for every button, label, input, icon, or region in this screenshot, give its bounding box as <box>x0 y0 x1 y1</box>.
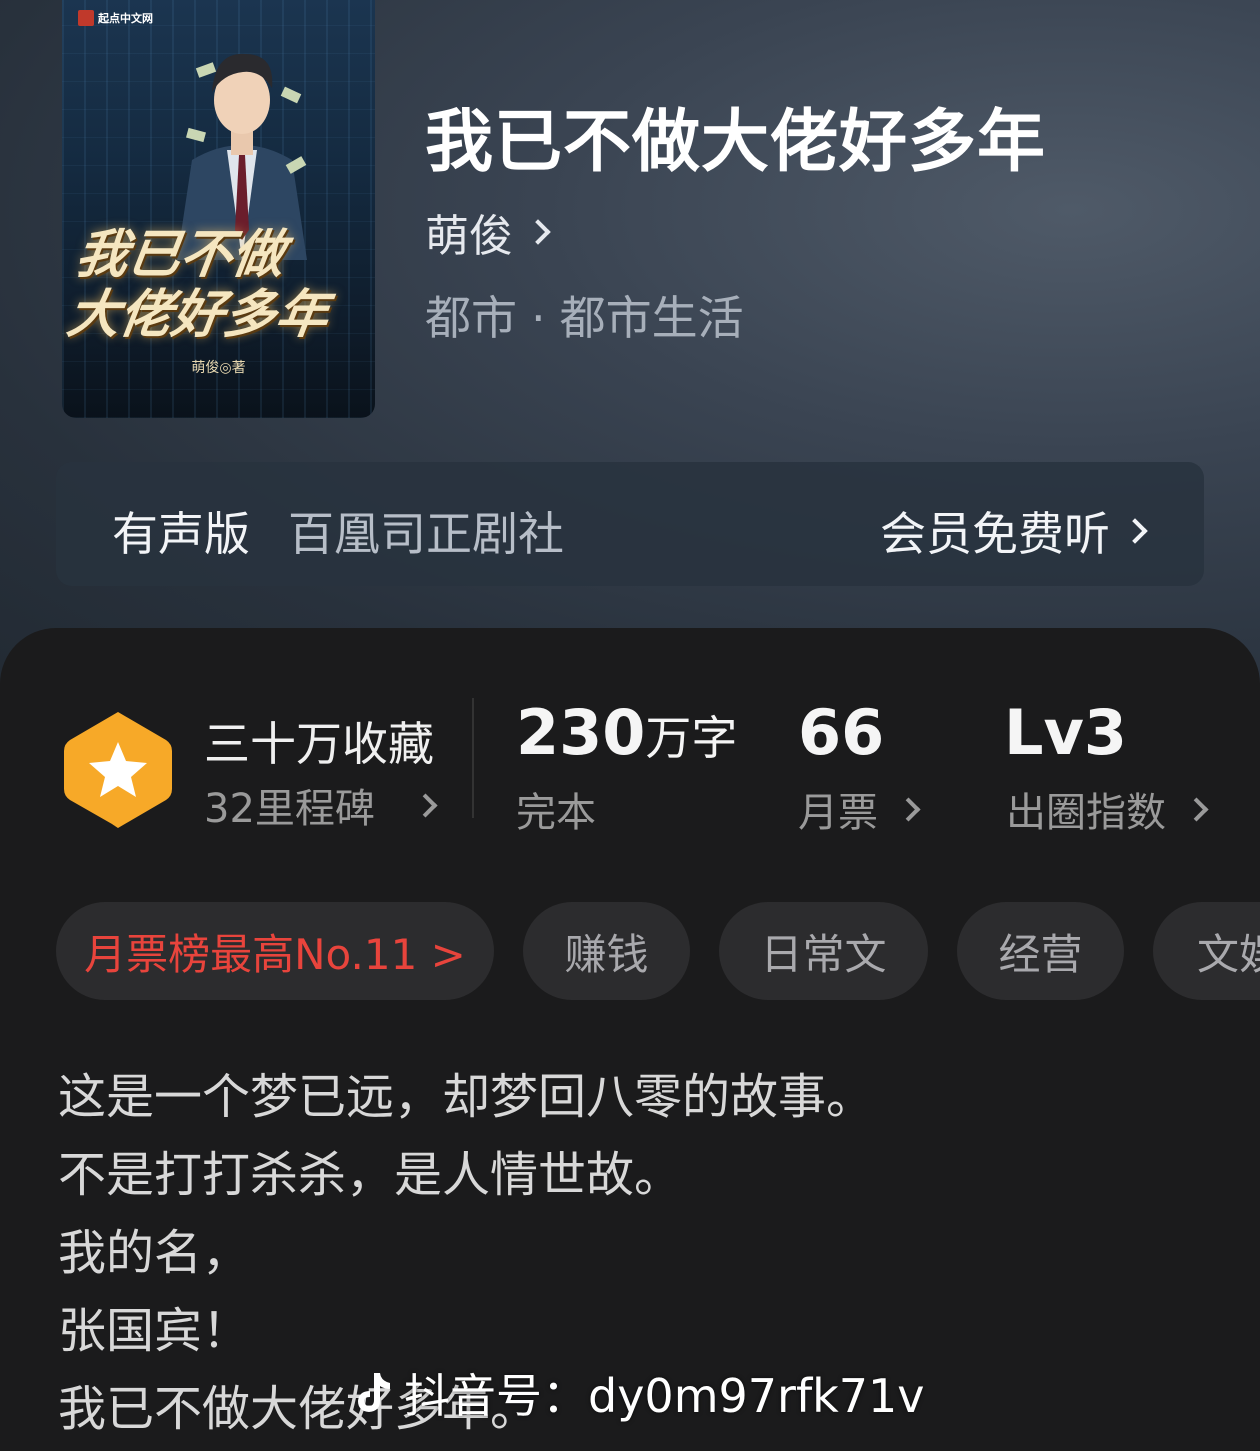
cover-publisher: 起点中文网 <box>98 12 153 25</box>
word-count-unit: 万字 <box>645 711 738 765</box>
member-free-listen-label: 会员免费听 <box>880 507 1110 561</box>
synopsis-line: 张国宾！ <box>58 1303 251 1359</box>
chevron-right-icon <box>413 792 438 818</box>
milestones-label: 32里程碑 <box>204 786 375 832</box>
book-title: 我已不做大佬好多年 <box>425 102 1047 182</box>
douyin-id: 抖音号：dy0m97rfk71v <box>404 1369 925 1423</box>
chevron-right-icon <box>525 219 551 245</box>
level-index-label: 出圈指数 <box>1006 790 1166 836</box>
monthly-votes-link[interactable]: 月票 <box>798 780 921 838</box>
favorites-title: 三十万收藏 <box>204 717 434 771</box>
douyin-logo-icon <box>358 1373 390 1412</box>
genre-subcategory[interactable]: 都市生活 <box>560 291 744 345</box>
level-value: Lv3 <box>1004 696 1128 769</box>
genre-category[interactable]: 都市 <box>425 291 517 345</box>
tag-item[interactable]: 经营 <box>957 902 1124 1000</box>
stats-divider <box>472 698 474 818</box>
chevron-right-icon <box>1184 796 1209 822</box>
audio-studio: 百凰司正剧社 <box>288 507 564 561</box>
word-count-value: 230万字 <box>516 696 738 769</box>
book-status: 完本 <box>516 790 596 836</box>
genre-line: 都市 · 都市生活 <box>425 282 744 348</box>
tag-item[interactable]: 日常文 <box>719 902 928 1000</box>
chevron-right-icon <box>896 796 921 822</box>
synopsis-line: 这是一个梦已远，却梦回八零的故事。 <box>58 1069 875 1125</box>
tag-item[interactable]: 赚钱 <box>523 902 690 1000</box>
audio-edition-bar[interactable]: 有声版 百凰司正剧社 会员免费听 <box>56 462 1204 586</box>
tag-item[interactable]: 文娱 <box>1153 902 1260 1000</box>
genre-separator: · <box>531 291 546 345</box>
synopsis-line: 我的名， <box>58 1225 251 1281</box>
author-name: 萌俊 <box>425 211 513 262</box>
author-link[interactable]: 萌俊 <box>425 200 551 264</box>
monthly-votes-label: 月票 <box>798 790 878 836</box>
milestone-star-badge-icon[interactable] <box>62 708 174 832</box>
level-index-link[interactable]: 出圈指数 <box>1006 780 1209 838</box>
synopsis-line: 不是打打杀杀，是人情世故。 <box>58 1147 683 1203</box>
monthly-votes-value: 66 <box>798 696 885 769</box>
audio-label: 有声版 <box>112 507 250 561</box>
milestones-link[interactable]: 32里程碑 <box>204 776 438 834</box>
member-free-listen-button[interactable]: 会员免费听 <box>880 498 1148 564</box>
douyin-watermark: 抖音号：dy0m97rfk71v <box>352 1360 925 1426</box>
tag-monthly-rank[interactable]: 月票榜最高No.11 > <box>56 902 494 1000</box>
cover-title-art: 我已不做 大佬好多年 <box>63 224 333 345</box>
book-cover[interactable]: 起点中文网 我已不做 大佬好多年 萌俊◎著 <box>62 0 375 418</box>
publisher-logo-icon <box>78 10 94 26</box>
cover-author: 萌俊◎著 <box>191 360 246 376</box>
chevron-right-icon <box>1122 518 1148 544</box>
